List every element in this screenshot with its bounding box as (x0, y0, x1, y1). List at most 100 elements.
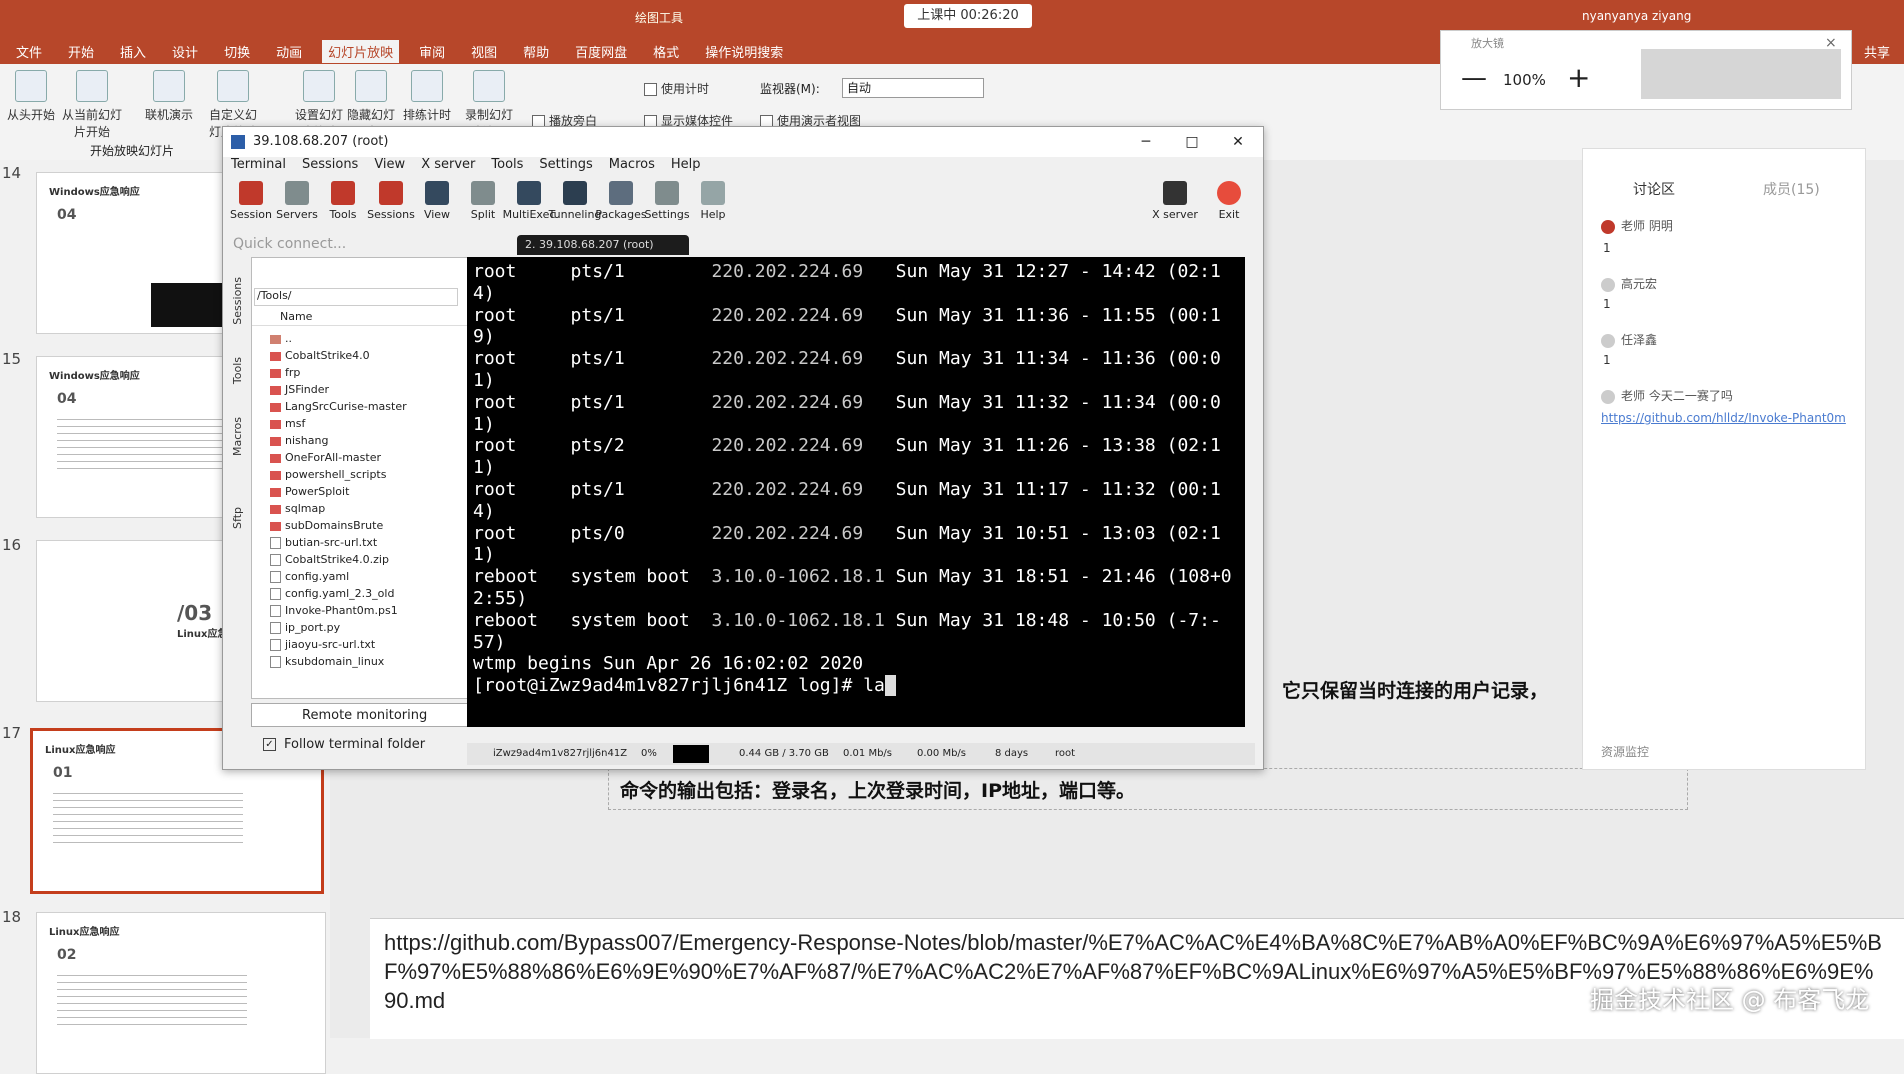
tools-icon (331, 181, 355, 205)
avatar (1601, 219, 1615, 234)
session-icon (239, 181, 263, 205)
recording-status[interactable]: 上课中 00:26:20 (904, 4, 1032, 28)
tab-1[interactable]: 开始 (62, 40, 100, 63)
slide-number: 16 (2, 536, 22, 554)
file-row[interactable]: config.yaml (270, 568, 349, 585)
from-current-button[interactable]: 从当前幻灯片开始 (62, 70, 122, 140)
file-row[interactable]: Invoke-Phant0m.ps1 (270, 602, 398, 619)
slide-number: 14 (2, 164, 22, 182)
tab-7[interactable]: 审阅 (413, 40, 451, 63)
play-icon (15, 70, 47, 102)
close-button[interactable]: ✕ (1215, 127, 1261, 157)
sidetab-sftp[interactable]: Sftp (231, 507, 244, 529)
zoom-out-button[interactable]: — (1461, 63, 1487, 93)
folder-icon (270, 521, 281, 531)
tab-2[interactable]: 插入 (114, 40, 152, 63)
tab-8[interactable]: 视图 (465, 40, 503, 63)
file-row[interactable]: butian-src-url.txt (270, 534, 377, 551)
settings-icon (655, 181, 679, 205)
tab-10[interactable]: 百度网盘 (569, 40, 633, 63)
sftp-path-input[interactable]: /Tools/ (254, 288, 458, 306)
rehearse-button[interactable]: 排练计时 (398, 70, 456, 123)
file-icon (270, 639, 281, 651)
menu-tools[interactable]: Tools (491, 157, 523, 177)
file-name: config.yaml (285, 570, 350, 583)
file-row[interactable]: CobaltStrike4.0 (270, 347, 370, 364)
follow-folder-checkbox[interactable]: ✓ Follow terminal folder (263, 737, 425, 752)
tab-3[interactable]: 设计 (166, 40, 204, 63)
file-row[interactable]: OneForAll-master (270, 449, 381, 466)
multiexec-icon (517, 181, 541, 205)
tab-6[interactable]: 幻灯片放映 (322, 39, 400, 63)
terminal-line: root pts/1 220.202.224.69 Sun May 31 11:… (473, 348, 1232, 370)
tab-0[interactable]: 文件 (10, 40, 48, 63)
menu-x-server[interactable]: X server (421, 157, 475, 177)
tab-11[interactable]: 格式 (647, 40, 685, 63)
file-row[interactable]: config.yaml_2.3_old (270, 585, 394, 602)
tab-discussion[interactable]: 讨论区 (1633, 179, 1675, 199)
help-button[interactable]: Help (685, 181, 741, 221)
sidetab-tools[interactable]: Tools (231, 357, 244, 384)
online-present-button[interactable]: 联机演示 (140, 70, 198, 123)
login-duration-wrap: 1) (473, 413, 495, 435)
login-host: 220.202.224.69 (711, 435, 896, 457)
file-row[interactable]: .. (270, 330, 292, 347)
sidetab-sessions[interactable]: Sessions (231, 277, 244, 325)
slide-text-output[interactable]: 命令的输出包括：登录名，上次登录时间，IP地址，端口等。 (620, 776, 1135, 803)
monitor-select[interactable]: 自动 (842, 78, 984, 98)
slide-thumb-number: 02 (57, 947, 77, 963)
share-button[interactable]: 共享 (1864, 42, 1890, 61)
sidetab-macros[interactable]: Macros (231, 417, 244, 456)
menu-settings[interactable]: Settings (539, 157, 592, 177)
maximize-button[interactable]: □ (1169, 127, 1215, 157)
file-row[interactable]: ksubdomain_linux (270, 653, 384, 670)
resource-monitor-label[interactable]: 资源监控 (1601, 743, 1649, 760)
slide-number: 15 (2, 350, 22, 368)
avatar (1601, 277, 1615, 292)
file-row[interactable]: powershell_scripts (270, 466, 386, 483)
zoom-in-button[interactable]: + (1567, 61, 1590, 94)
file-row[interactable]: msf (270, 415, 305, 432)
file-row[interactable]: frp (270, 364, 300, 381)
tab-5[interactable]: 动画 (270, 40, 308, 63)
login-duration: (02:1 (1166, 261, 1221, 282)
terminal-tab[interactable]: 2. 39.108.68.207 (root) (517, 235, 689, 255)
minimize-button[interactable]: ─ (1123, 127, 1169, 157)
terminal[interactable]: root pts/1 220.202.224.69 Sun May 31 12:… (467, 257, 1245, 727)
tab-9[interactable]: 帮助 (517, 40, 555, 63)
menu-help[interactable]: Help (671, 157, 701, 177)
file-row[interactable]: jiaoyu-src-url.txt (270, 636, 375, 653)
login-tty: pts/0 (570, 522, 712, 544)
file-row[interactable]: PowerSploit (270, 483, 349, 500)
slide-text-connected[interactable]: 它只保留当时连接的用户记录， (1282, 676, 1548, 703)
session-label: Session (230, 208, 272, 221)
terminal-line: 4) (473, 283, 1232, 305)
remote-monitoring-button[interactable]: Remote monitoring (251, 703, 481, 727)
exit-button[interactable]: Exit (1201, 181, 1257, 221)
file-row[interactable]: CobaltStrike4.0.zip (270, 551, 389, 568)
slide-thumb-number: 04 (57, 207, 77, 223)
tab-4[interactable]: 切换 (218, 40, 256, 63)
tab-members[interactable]: 成员(15) (1763, 179, 1820, 199)
menu-terminal[interactable]: Terminal (231, 157, 286, 177)
chat-link[interactable]: https://github.com/hlldz/Invoke-Phant0m (1601, 411, 1846, 425)
menu-sessions[interactable]: Sessions (302, 157, 358, 177)
file-row[interactable]: sqlmap (270, 500, 325, 517)
slide-thumb-18[interactable]: Linux应急响应 02 (36, 912, 326, 1074)
file-row[interactable]: ip_port.py (270, 619, 340, 636)
xserver-button[interactable]: X server (1147, 181, 1203, 221)
menu-view[interactable]: View (374, 157, 405, 177)
menu-macros[interactable]: Macros (609, 157, 655, 177)
file-row[interactable]: LangSrcCurise-master (270, 398, 407, 415)
login-tty: pts/1 (570, 478, 712, 500)
from-start-button[interactable]: 从头开始 (2, 70, 60, 123)
hide-icon (355, 70, 387, 102)
use-timings-checkbox[interactable]: 使用计时 (644, 80, 709, 97)
quick-connect-input[interactable]: Quick connect... (229, 233, 473, 255)
file-row[interactable]: JSFinder (270, 381, 329, 398)
file-row[interactable]: nishang (270, 432, 328, 449)
terminal-line: root pts/1 220.202.224.69 Sun May 31 11:… (473, 392, 1232, 414)
name-column-header[interactable]: Name (252, 310, 486, 326)
tab-12[interactable]: 操作说明搜索 (699, 40, 789, 63)
file-row[interactable]: subDomainsBrute (270, 517, 383, 534)
